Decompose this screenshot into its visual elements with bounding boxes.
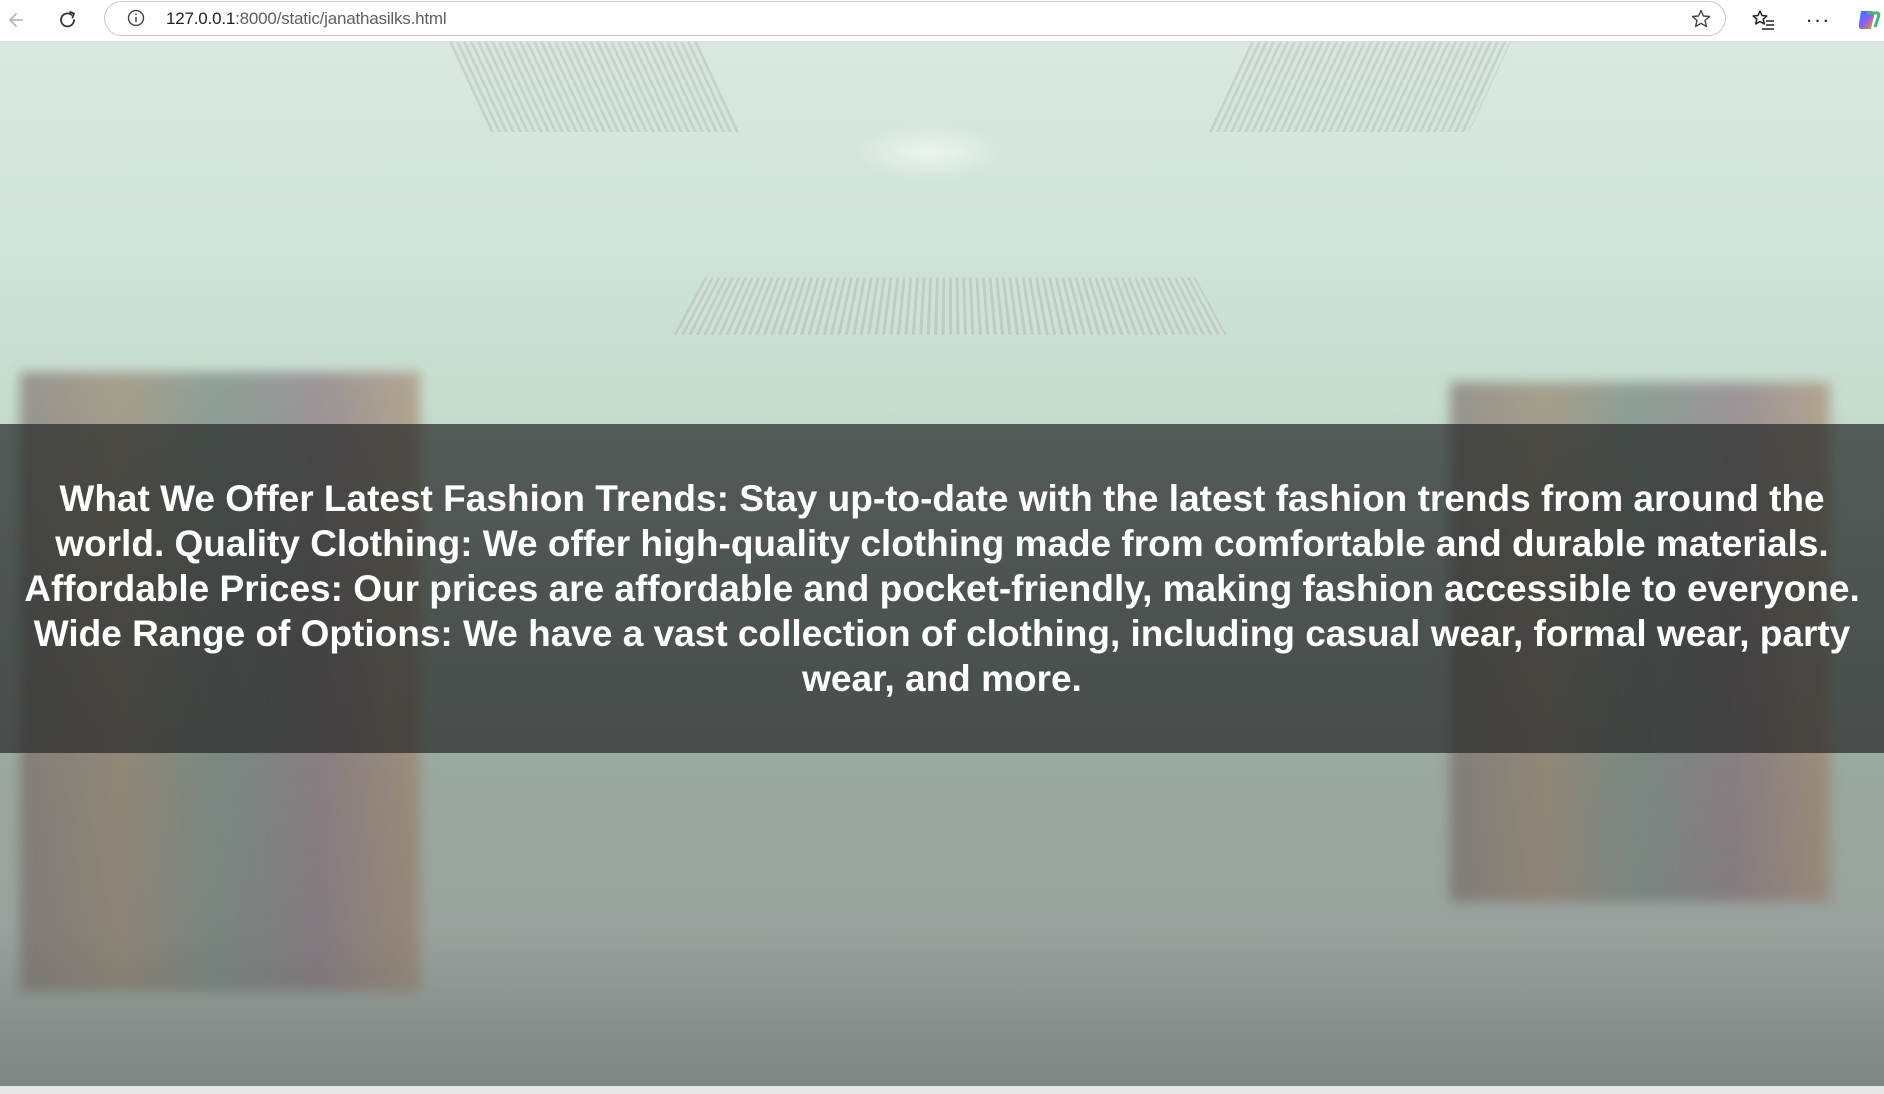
more-icon: ··· (1805, 7, 1831, 32)
back-button[interactable] (0, 4, 32, 36)
address-bar[interactable]: 127.0.0.1:8000/static/janathasilks.html (104, 1, 1726, 36)
offer-text: What We Offer Latest Fashion Trends: Sta… (24, 478, 1860, 699)
reload-icon (60, 11, 75, 28)
window-bottom-edge (0, 1086, 1884, 1094)
floor-shade (0, 746, 1884, 1086)
star-icon (1691, 9, 1711, 28)
offer-overlay: What We Offer Latest Fashion Trends: Sta… (0, 424, 1884, 753)
more-button[interactable]: ··· (1802, 4, 1834, 36)
url-text[interactable]: 127.0.0.1:8000/static/janathasilks.html (166, 9, 447, 29)
url-path: :8000/static/janathasilks.html (235, 9, 447, 28)
ceiling-panel (449, 42, 741, 132)
copilot-icon (1858, 11, 1881, 29)
info-icon[interactable] (127, 9, 145, 27)
copilot-button[interactable] (1852, 4, 1884, 36)
url-host: 127.0.0.1 (166, 9, 236, 28)
ceiling-panel (1209, 42, 1511, 132)
ceiling-panel (673, 277, 1227, 336)
page-viewport: What We Offer Latest Fashion Trends: Sta… (0, 42, 1884, 1086)
back-arrow-icon (9, 13, 23, 27)
reload-button[interactable] (52, 4, 84, 36)
browser-toolbar: 127.0.0.1:8000/static/janathasilks.html … (0, 0, 1884, 42)
favorites-list-icon (1752, 10, 1774, 30)
favorites-button[interactable] (1748, 4, 1780, 36)
favorite-button[interactable] (1689, 7, 1713, 31)
